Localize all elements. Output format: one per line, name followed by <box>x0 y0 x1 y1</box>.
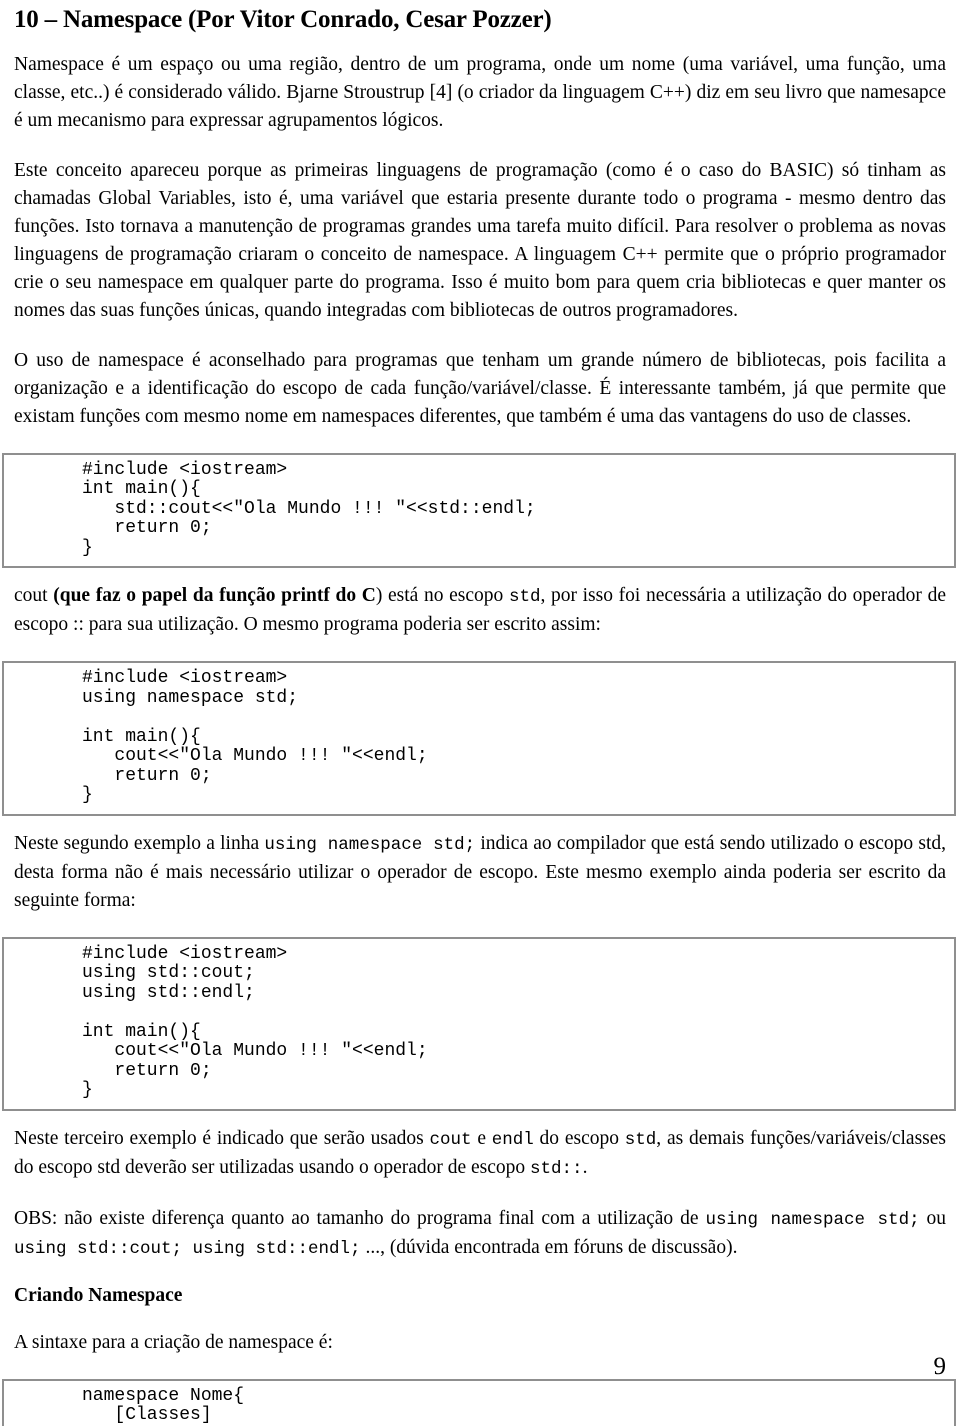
text-fragment: cout <box>14 585 54 607</box>
code-block-2-text: #include <iostream> using namespace std;… <box>82 668 428 806</box>
page-title: 10 – Namespace (Por Vitor Conrado, Cesar… <box>14 6 552 33</box>
text-fragment: Neste segundo exemplo a linha <box>14 832 265 854</box>
paragraph-after-code-1: cout (que faz o papel da função printf d… <box>14 582 946 639</box>
inline-code: using std::cout; using std::endl; <box>14 1238 361 1259</box>
paragraph-history: Este conceito apareceu porque as primeir… <box>14 159 946 321</box>
inline-code: using namespace std; <box>705 1209 920 1230</box>
text-fragment: ou <box>919 1207 947 1229</box>
code-block-3: #include <iostream> using std::cout; usi… <box>2 936 956 1111</box>
text-fragment: . <box>582 1156 588 1178</box>
paragraph-after-code-3: Neste terceiro exemplo é indicado que se… <box>14 1125 946 1183</box>
document-page: 10 – Namespace (Por Vitor Conrado, Cesar… <box>0 6 960 1426</box>
code-block-4-text: namespace Nome{ [Classes] <box>82 1385 245 1426</box>
paragraph-obs: OBS: não existe diferença quanto ao tama… <box>14 1205 946 1263</box>
page-number: 9 <box>933 1353 947 1380</box>
code-block-3-text: #include <iostream> using std::cout; usi… <box>82 943 428 1101</box>
text-fragment-bold: (que faz o papel da função printf do C <box>53 585 376 607</box>
code-block-2: #include <iostream> using namespace std;… <box>2 661 956 816</box>
code-block-1: #include <iostream> int main(){ std::cou… <box>2 452 956 569</box>
paragraph-after-code-2: Neste segundo exemplo a linha using name… <box>14 830 946 915</box>
paragraph-syntax-intro: A sintaxe para a criação de namespace é: <box>14 1331 333 1353</box>
paragraph-intro: Namespace é um espaço ou uma região, den… <box>14 53 946 131</box>
inline-code: std:: <box>530 1158 583 1179</box>
text-fragment: do escopo <box>533 1127 625 1149</box>
paragraph-advice: O uso de namespace é aconselhado para pr… <box>14 349 946 427</box>
code-block-1-text: #include <iostream> int main(){ std::cou… <box>82 459 536 558</box>
inline-code: std <box>624 1129 657 1150</box>
code-block-4: namespace Nome{ [Classes] <box>2 1378 956 1426</box>
inline-code: using namespace std; <box>264 834 476 855</box>
inline-code: endl <box>491 1129 534 1150</box>
text-fragment: ..., (dúvida encontrada em fóruns de dis… <box>360 1236 738 1258</box>
section-heading-criando-namespace: Criando Namespace <box>14 1284 183 1306</box>
text-fragment: OBS: não existe diferença quanto ao tama… <box>14 1207 706 1229</box>
text-fragment: e <box>471 1127 492 1149</box>
inline-code: std <box>508 587 541 608</box>
text-fragment: Neste terceiro exemplo é indicado que se… <box>14 1127 430 1149</box>
text-fragment: ) está no escopo <box>375 585 509 607</box>
inline-code: cout <box>429 1129 472 1150</box>
